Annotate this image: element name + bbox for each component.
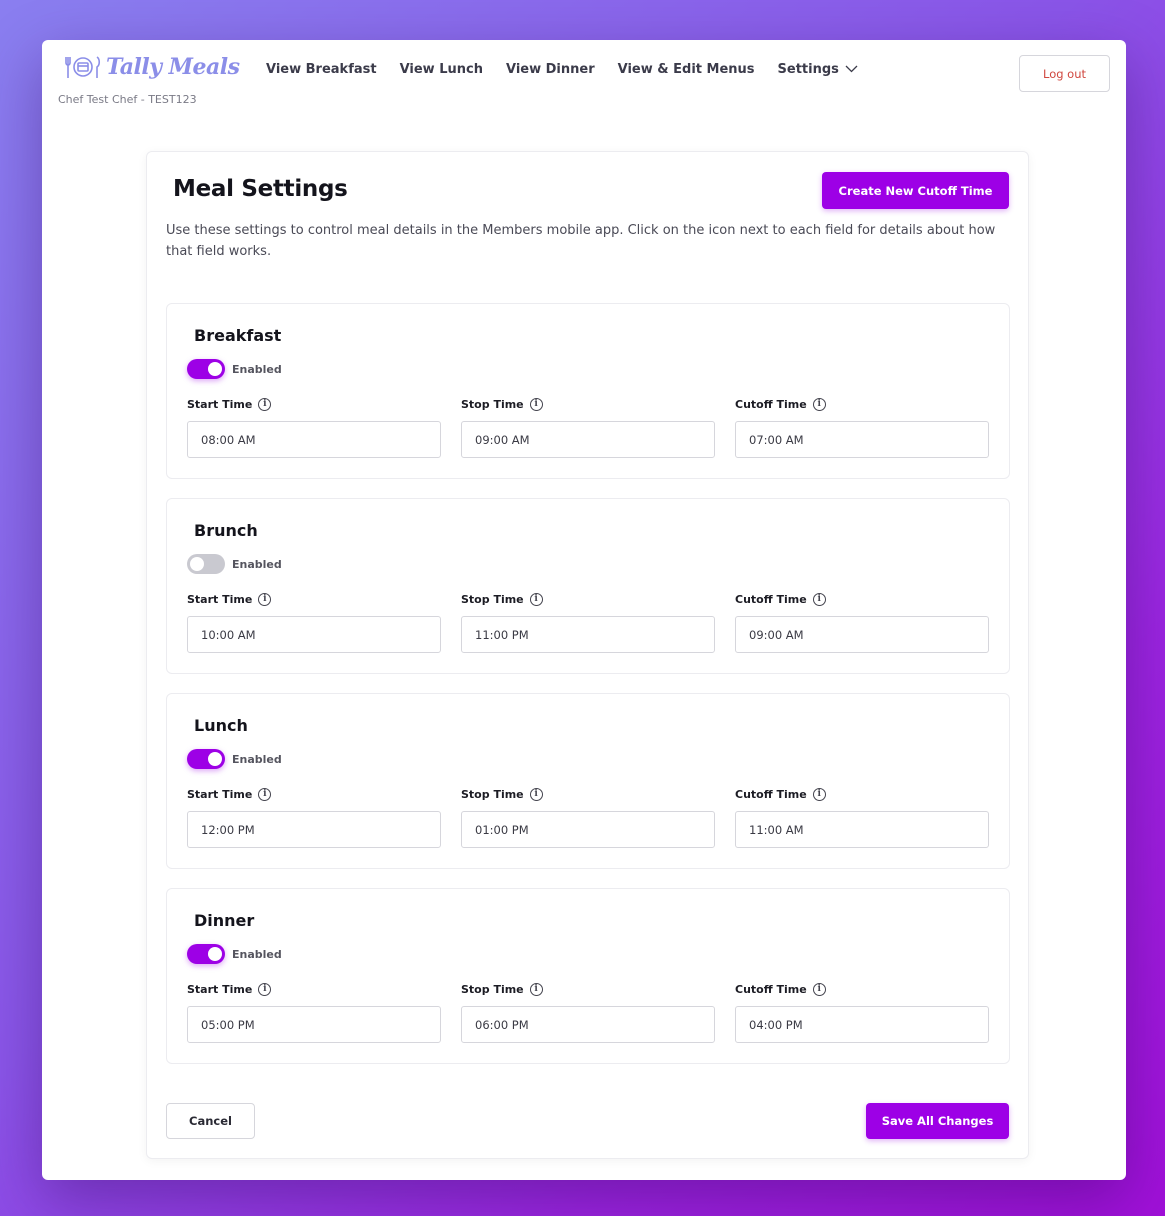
meal-section-breakfast: Breakfast Enabled Start Time i Stop Time i…	[166, 303, 1010, 479]
cutoff-time-input[interactable]	[735, 1006, 989, 1043]
enabled-toggle[interactable]	[187, 944, 225, 964]
meal-section-lunch: Lunch Enabled Start Time i Stop Time i Cut…	[166, 693, 1010, 869]
enabled-toggle[interactable]	[187, 359, 225, 379]
chevron-down-icon	[845, 62, 858, 77]
start-time-label: Start Time	[187, 787, 253, 801]
cutoff-time-label: Cutoff Time	[735, 397, 807, 411]
cutoff-time-label: Cutoff Time	[735, 592, 807, 606]
page-title: Meal Settings	[173, 176, 348, 202]
cutoff-time-input[interactable]	[735, 421, 989, 458]
start-time-label: Start Time	[187, 982, 253, 996]
cutoff-time-input[interactable]	[735, 616, 989, 653]
nav-view-edit-menus[interactable]: View & Edit Menus	[618, 62, 755, 77]
brand: Tally Meals Chef Test Chef - TEST123	[58, 52, 240, 106]
stop-time-input[interactable]	[461, 616, 715, 653]
toggle-knob	[208, 362, 222, 376]
info-icon[interactable]: i	[258, 982, 272, 996]
start-time-input[interactable]	[187, 1006, 441, 1043]
cutoff-time-label: Cutoff Time	[735, 787, 807, 801]
toggle-knob	[208, 752, 222, 766]
start-time-label: Start Time	[187, 592, 253, 606]
stop-time-field: Stop Time i	[461, 396, 715, 458]
cutoff-time-input[interactable]	[735, 811, 989, 848]
enabled-label: Enabled	[232, 362, 282, 376]
logout-button[interactable]: Log out	[1019, 55, 1110, 92]
stop-time-label: Stop Time	[461, 592, 524, 606]
meal-section-dinner: Dinner Enabled Start Time i Stop Time i Cu…	[166, 888, 1010, 1064]
enabled-toggle[interactable]	[187, 554, 225, 574]
enabled-label: Enabled	[232, 557, 282, 571]
cutoff-time-field: Cutoff Time i	[735, 591, 989, 653]
meal-title: Dinner	[194, 911, 255, 930]
cutoff-time-field: Cutoff Time i	[735, 981, 989, 1043]
nav-view-lunch[interactable]: View Lunch	[400, 62, 483, 77]
toggle-knob	[190, 557, 204, 571]
nav-settings[interactable]: Settings	[778, 62, 858, 77]
stop-time-input[interactable]	[461, 811, 715, 848]
start-time-input[interactable]	[187, 811, 441, 848]
start-time-label: Start Time	[187, 397, 253, 411]
nav-view-dinner[interactable]: View Dinner	[506, 62, 595, 77]
stop-time-input[interactable]	[461, 421, 715, 458]
start-time-field: Start Time i	[187, 786, 441, 848]
stop-time-input[interactable]	[461, 1006, 715, 1043]
info-icon[interactable]: i	[258, 787, 272, 801]
meal-title: Brunch	[194, 521, 258, 540]
stop-time-field: Stop Time i	[461, 981, 715, 1043]
enabled-toggle[interactable]	[187, 749, 225, 769]
cutoff-time-label: Cutoff Time	[735, 982, 807, 996]
stop-time-field: Stop Time i	[461, 591, 715, 653]
cutoff-time-field: Cutoff Time i	[735, 786, 989, 848]
toggle-knob	[208, 947, 222, 961]
chef-label: Chef Test Chef - TEST123	[58, 93, 197, 106]
start-time-field: Start Time i	[187, 591, 441, 653]
nav-settings-label: Settings	[777, 62, 839, 77]
info-icon[interactable]: i	[529, 592, 543, 606]
stop-time-label: Stop Time	[461, 982, 524, 996]
page-description: Use these settings to control meal detai…	[166, 223, 996, 259]
info-icon[interactable]: i	[258, 592, 272, 606]
enabled-toggle-row: Enabled	[187, 554, 282, 574]
cancel-button[interactable]: Cancel	[166, 1103, 255, 1139]
start-time-field: Start Time i	[187, 981, 441, 1043]
enabled-label: Enabled	[232, 752, 282, 766]
create-cutoff-button[interactable]: Create New Cutoff Time	[822, 172, 1009, 209]
save-all-changes-button[interactable]: Save All Changes	[866, 1103, 1009, 1139]
logo[interactable]: Tally Meals	[64, 52, 240, 82]
meal-title: Breakfast	[194, 326, 282, 345]
info-icon[interactable]: i	[258, 397, 272, 411]
app-window: Tally Meals Chef Test Chef - TEST123 Vie…	[42, 40, 1126, 1180]
info-icon[interactable]: i	[529, 982, 543, 996]
meal-settings-card: Meal Settings Create New Cutoff Time Use…	[146, 151, 1029, 1159]
meal-title: Lunch	[194, 716, 248, 735]
start-time-input[interactable]	[187, 421, 441, 458]
start-time-input[interactable]	[187, 616, 441, 653]
meal-section-brunch: Brunch Enabled Start Time i Stop Time i Cu…	[166, 498, 1010, 674]
enabled-toggle-row: Enabled	[187, 944, 282, 964]
fork-plate-knife-icon	[64, 54, 102, 80]
stop-time-field: Stop Time i	[461, 786, 715, 848]
start-time-field: Start Time i	[187, 396, 441, 458]
info-icon[interactable]: i	[529, 787, 543, 801]
main-nav: View Breakfast View Lunch View Dinner Vi…	[266, 62, 858, 77]
info-icon[interactable]: i	[812, 787, 826, 801]
enabled-label: Enabled	[232, 947, 282, 961]
info-icon[interactable]: i	[812, 592, 826, 606]
enabled-toggle-row: Enabled	[187, 749, 282, 769]
info-icon[interactable]: i	[529, 397, 543, 411]
stop-time-label: Stop Time	[461, 397, 524, 411]
nav-view-breakfast[interactable]: View Breakfast	[266, 62, 377, 77]
info-icon[interactable]: i	[812, 982, 826, 996]
logo-text: Tally Meals	[106, 54, 240, 80]
info-icon[interactable]: i	[812, 397, 826, 411]
cutoff-time-field: Cutoff Time i	[735, 396, 989, 458]
enabled-toggle-row: Enabled	[187, 359, 282, 379]
stop-time-label: Stop Time	[461, 787, 524, 801]
